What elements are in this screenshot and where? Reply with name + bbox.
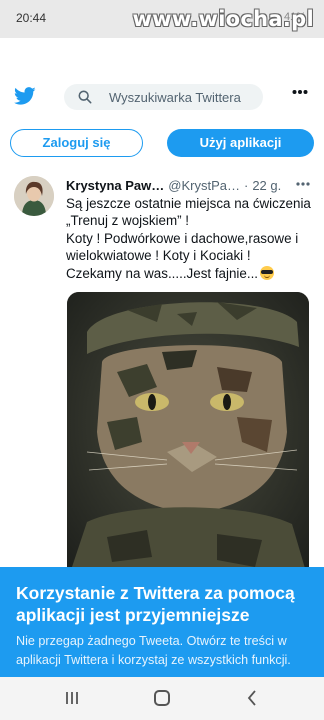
login-button[interactable]: Zaloguj się (10, 129, 143, 157)
tweet-time[interactable]: 22 g. (252, 178, 281, 193)
top-bar: Wyszukiwarka Twittera (0, 76, 324, 120)
author-name[interactable]: Krystyna Paw… (66, 178, 164, 193)
status-time: 20:44 (16, 11, 47, 25)
tweet-line: Koty ! Podwórkowe i dachowe,rasowe i (66, 230, 299, 246)
more-options-icon[interactable] (292, 89, 308, 95)
twitter-logo-icon[interactable] (14, 85, 36, 107)
avatar[interactable] (14, 176, 54, 216)
use-app-button[interactable]: Użyj aplikacji (167, 129, 314, 157)
system-nav-bar (0, 677, 324, 720)
tweet-text: Są jeszcze ostatnie miejsca na ćwiczenia… (66, 195, 318, 282)
search-icon (78, 90, 92, 104)
tweet-line-last: Czekamy na was.....Jest fajnie... (66, 265, 318, 282)
recents-icon[interactable] (64, 691, 80, 705)
tweet-line: wielokwiatowe ! Koty i Kociaki ! (66, 248, 251, 264)
tweet-line: Są jeszcze ostatnie miejsca na ćwiczenia (66, 196, 311, 211)
back-icon[interactable] (247, 690, 257, 706)
tweet-line: „Trenuj z wojskiem” ! (66, 213, 190, 229)
avatar-image (14, 176, 54, 216)
sunglasses-emoji-icon (260, 265, 275, 280)
tweet-more-icon[interactable] (296, 182, 310, 186)
banner-title: Korzystanie z Twittera za pomocą aplikac… (16, 583, 295, 625)
author-handle[interactable]: @KrystPa… (168, 178, 240, 193)
banner-text: Nie przegap żadnego Tweeta. Otwórz te tr… (16, 634, 291, 667)
watermark: www.wiocha.pl (132, 7, 314, 31)
status-bar: 20:44 41% www.wiocha.pl (0, 0, 324, 38)
camouflage-cat-image (67, 292, 309, 582)
app-promo-banner[interactable]: Korzystanie z Twittera za pomocą aplikac… (0, 567, 324, 677)
search-input[interactable]: Wyszukiwarka Twittera (109, 90, 241, 105)
home-icon[interactable] (154, 690, 170, 706)
tweet-header: Krystyna Paw… @KrystPa… · 22 g. (66, 178, 281, 193)
tweet-line: Czekamy na was.....Jest fajnie... (66, 265, 259, 281)
meta-separator: · (243, 178, 249, 193)
search-box[interactable]: Wyszukiwarka Twittera (64, 84, 263, 110)
tweet-photo[interactable] (67, 292, 309, 582)
